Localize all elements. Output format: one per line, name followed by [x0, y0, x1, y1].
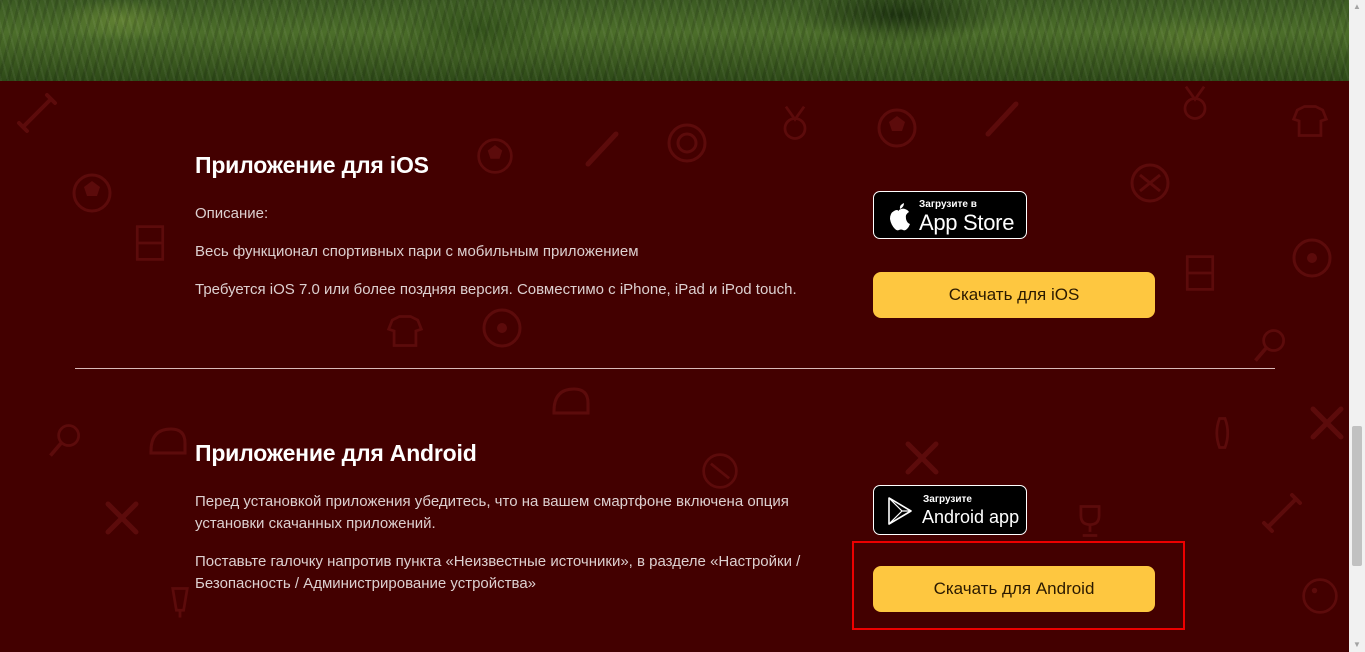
section-divider [75, 368, 1275, 369]
steering-wheel-icon [482, 308, 522, 348]
cross-icon [905, 441, 939, 475]
goal-icon [1185, 255, 1215, 291]
bowling-icon [1215, 417, 1230, 449]
android-instruction-text-2: Поставьте галочку напротив пункта «Неизв… [195, 553, 801, 592]
ios-description-text: Весь функционал спортивных пари с мобиль… [195, 243, 639, 260]
app-store-badge[interactable]: Загрузите в App Store [873, 191, 1027, 239]
android-instruction-text-1: Перед установкой приложения убедитесь, ч… [195, 493, 789, 532]
bat-icon [985, 101, 1019, 137]
helmet-icon [552, 387, 590, 415]
scroll-up-arrow-icon[interactable]: ▲ [1349, 0, 1365, 14]
ios-section-title: Приложение для iOS [195, 152, 429, 178]
app-store-badge-caption: Загрузите в [919, 199, 977, 210]
dumbbell-icon [1262, 493, 1302, 533]
ball-icon [477, 138, 513, 174]
racket-icon [1254, 329, 1285, 362]
play-store-icon [888, 497, 912, 525]
ball-icon [877, 108, 917, 148]
ios-requirements-text: Требуется iOS 7.0 или более поздняя верс… [195, 281, 797, 298]
ball-icon [1302, 578, 1338, 614]
dumbbell-icon [17, 93, 57, 133]
bat-icon [585, 131, 619, 167]
shirt-icon [1291, 105, 1329, 137]
target-icon [667, 123, 707, 163]
cross-icon [1310, 406, 1344, 440]
scrollbar[interactable]: ▲ ▼ [1349, 0, 1365, 652]
ball-icon [72, 173, 112, 213]
ball-icon [702, 453, 738, 489]
download-ios-button[interactable]: Скачать для iOS [873, 272, 1155, 318]
scroll-down-arrow-icon[interactable]: ▼ [1349, 638, 1365, 652]
medal-icon [1183, 85, 1207, 120]
ios-description-label: Описание: [195, 205, 269, 222]
android-app-badge[interactable]: Загрузите Android app [873, 485, 1027, 535]
download-android-button[interactable]: Скачать для Android [873, 566, 1155, 612]
android-section-title: Приложение для Android [195, 440, 477, 466]
racket-icon [49, 424, 80, 457]
medal-icon [783, 105, 807, 140]
android-badge-caption: Загрузите [923, 494, 972, 505]
goal-icon [135, 225, 165, 261]
apple-icon [890, 203, 910, 231]
steering-wheel-icon [1292, 238, 1332, 278]
ball-icon [1130, 163, 1170, 203]
helmet-icon [149, 427, 187, 455]
app-store-badge-name: App Store [919, 210, 1015, 235]
hero-grass-image [0, 0, 1349, 81]
trophy-icon [1079, 505, 1101, 537]
shuttlecock-icon [171, 587, 189, 618]
cross-icon [105, 501, 139, 535]
android-badge-name: Android app [922, 507, 1020, 527]
shirt-icon [386, 315, 424, 347]
scrollbar-thumb[interactable] [1352, 426, 1362, 566]
